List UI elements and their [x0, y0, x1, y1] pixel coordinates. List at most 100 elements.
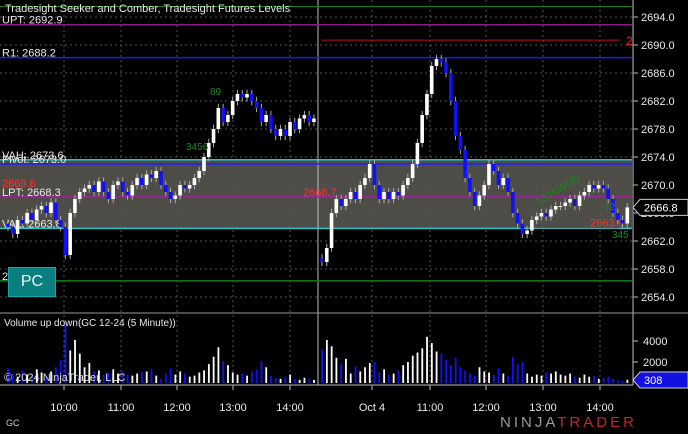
candle-body — [568, 199, 572, 203]
candle-body — [525, 230, 529, 234]
volume-bar — [392, 373, 395, 383]
volume-bar — [335, 357, 338, 383]
price-tick-label: 2686.0 — [641, 68, 675, 80]
candle-body — [501, 178, 506, 185]
candle-body — [283, 129, 288, 136]
candle-body — [448, 73, 453, 101]
volume-bar — [298, 379, 301, 383]
volume-bar — [345, 358, 347, 383]
volume-bar — [164, 373, 167, 383]
candle-body — [63, 227, 68, 255]
volume-bar — [588, 376, 591, 383]
volume-bar — [150, 369, 153, 383]
volume-bar — [607, 376, 610, 383]
volume-bar — [313, 379, 315, 383]
volume-bar — [459, 367, 462, 383]
volume-bar — [284, 376, 287, 383]
volume-bar — [364, 367, 366, 383]
volume-bar — [265, 367, 268, 383]
candle-body — [10, 227, 15, 234]
candle-body — [439, 59, 444, 63]
candle-body — [92, 185, 96, 192]
candle-body — [264, 115, 268, 122]
red-label: 2668.7 — [303, 187, 337, 199]
volume-bar — [516, 364, 519, 383]
price-tick-label: 2654.0 — [641, 292, 675, 304]
time-tick-label: 12:00 — [472, 402, 500, 414]
candle-body — [577, 195, 582, 206]
candle-body — [453, 101, 458, 136]
candle-body — [391, 192, 396, 199]
candle-body — [573, 199, 577, 206]
volume-bar — [378, 372, 381, 383]
volume-bar — [270, 375, 272, 383]
candle-body — [130, 185, 135, 196]
candle-body — [487, 164, 491, 185]
volume-bar — [203, 370, 205, 383]
volume-bar — [193, 375, 196, 383]
volume-bar — [255, 369, 258, 383]
volume-bar — [545, 372, 548, 383]
volume-bar — [483, 371, 486, 383]
last-price-label: 2666.8 — [644, 202, 678, 214]
volume-bar — [416, 352, 419, 383]
candle-body — [135, 178, 139, 185]
volume-bar — [354, 366, 357, 383]
candle-body — [515, 213, 520, 224]
volume-bar — [445, 359, 448, 383]
volume-bar — [131, 375, 134, 383]
volume-bar — [602, 377, 605, 383]
candle-body — [596, 185, 601, 189]
price-tick-label: 2658.0 — [641, 264, 675, 276]
candle-body — [625, 207, 630, 224]
candle-body — [73, 199, 77, 213]
candle-body — [44, 206, 49, 213]
volume-bar — [569, 373, 572, 383]
price-tick-label: 2674.0 — [641, 152, 675, 164]
candle-body — [592, 185, 596, 189]
pc-button[interactable]: PC — [8, 267, 56, 297]
volume-bar — [521, 362, 524, 383]
time-tick-label: 13:00 — [219, 402, 247, 414]
candle-body — [197, 171, 201, 178]
candle-body — [582, 192, 587, 196]
time-tick-label: 14:00 — [586, 402, 614, 414]
candle-body — [125, 192, 130, 196]
volume-bar — [174, 374, 177, 383]
candle-body — [259, 108, 264, 122]
candle-body — [230, 101, 235, 115]
volume-bar — [421, 348, 424, 383]
volume-bar — [241, 373, 244, 383]
volume-bar — [179, 371, 182, 383]
candle-body — [39, 206, 44, 210]
candle-body — [348, 192, 353, 199]
candle-body — [106, 192, 111, 199]
candle-body — [30, 213, 34, 220]
candle-body — [187, 185, 192, 189]
price-chart[interactable]: UPT: 2692.9R1: 2688.2VAH: 2673.6Pivot: 2… — [0, 0, 688, 434]
candle-body — [534, 216, 539, 220]
candle-body — [249, 94, 254, 101]
volume-bar — [325, 339, 328, 383]
volume-bar — [473, 375, 476, 383]
volume-bar — [540, 375, 543, 383]
volume-bar — [502, 373, 505, 383]
volume-bar — [169, 368, 172, 383]
level-label: UPT: 2692.9 — [2, 15, 63, 27]
time-tick-label: 13:00 — [529, 402, 557, 414]
volume-bar — [492, 374, 495, 383]
volume-bar — [303, 377, 306, 383]
volume-bar — [145, 371, 148, 383]
count-label: 12 — [604, 202, 616, 213]
volume-bar — [373, 362, 376, 383]
candle-body — [472, 192, 477, 206]
candle-body — [288, 122, 292, 136]
candle-body — [97, 181, 101, 192]
candle-body — [68, 213, 72, 255]
candle-body — [410, 164, 415, 178]
candle-body — [530, 220, 534, 231]
candle-body — [278, 129, 283, 136]
candle-body — [15, 220, 20, 234]
volume-bar — [340, 364, 343, 383]
candle-body — [163, 185, 168, 192]
